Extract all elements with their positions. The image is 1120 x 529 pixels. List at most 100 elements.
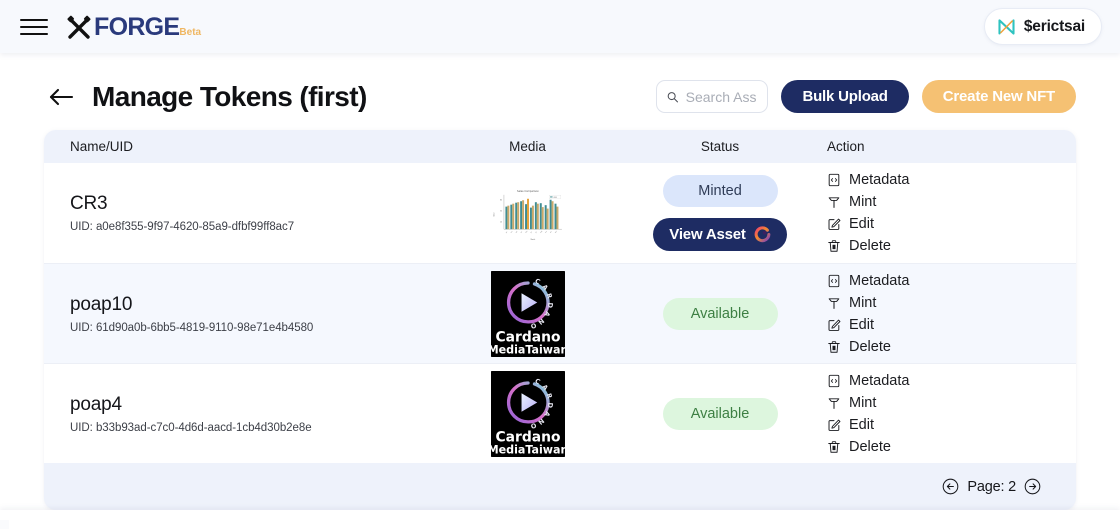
action-label: Mint bbox=[849, 394, 877, 411]
tokens-table-card: Name/UID Media Status Action CR3 UID: a0… bbox=[44, 130, 1076, 510]
row-status-cell: Available bbox=[630, 364, 810, 463]
table-body: CR3 UID: a0e8f355-9f97-4620-85a9-dfbf99f… bbox=[44, 163, 1076, 463]
pagination-bar: Page: 2 bbox=[44, 463, 1076, 510]
action-metadata[interactable]: Metadata bbox=[827, 372, 1076, 390]
hammer-icon bbox=[828, 297, 840, 309]
action-label: Metadata bbox=[849, 272, 910, 289]
file-code-icon bbox=[828, 274, 840, 287]
token-uid: UID: a0e8f355-9f97-4620-85a9-dfbf99ff8ac… bbox=[70, 221, 295, 233]
action-label: Edit bbox=[849, 316, 874, 333]
prev-page-button[interactable] bbox=[942, 478, 959, 495]
table-row: poap10 UID: 61d90a0b-6bb5-4819-9110-98e7… bbox=[44, 263, 1076, 363]
table-header-row: Name/UID Media Status Action bbox=[44, 130, 1076, 163]
svg-text:MediaTaiwan: MediaTaiwan bbox=[491, 443, 565, 456]
nami-wallet-icon bbox=[998, 19, 1015, 35]
bulk-upload-button[interactable]: Bulk Upload bbox=[781, 80, 909, 113]
search-input[interactable] bbox=[685, 88, 758, 105]
action-label: Edit bbox=[849, 216, 874, 232]
svg-text:Sales Comparison: Sales Comparison bbox=[517, 189, 539, 192]
page-title: Manage Tokens (first) bbox=[92, 80, 367, 112]
action-label: Metadata bbox=[849, 372, 910, 389]
user-name-label: $erictsai bbox=[1023, 17, 1085, 35]
token-name: CR3 bbox=[70, 193, 108, 214]
cardano-media-taiwan-thumbnail[interactable]: C A R D A N O Cardano MediaTaiwan bbox=[490, 370, 565, 457]
svg-text:MediaTaiwan: MediaTaiwan bbox=[491, 343, 565, 356]
view-asset-label: View Asset bbox=[669, 226, 746, 243]
page-number-label: Page: 2 bbox=[967, 478, 1016, 495]
column-header-status: Status bbox=[700, 139, 740, 154]
action-mint[interactable]: Mint bbox=[827, 394, 1076, 412]
token-uid: UID: b33b93ad-c7c0-4d6d-aacd-1cb4d30b2e8… bbox=[70, 421, 312, 434]
row-media-cell: Sales Comparison 80 50 20 Jan Feb Mar Ap… bbox=[425, 163, 630, 263]
trash-icon bbox=[828, 240, 840, 252]
brand-beta-badge: Beta bbox=[179, 26, 202, 38]
action-edit[interactable]: Edit bbox=[827, 215, 1076, 233]
bar-chart-thumbnail[interactable]: Sales Comparison 80 50 20 Jan Feb Mar Ap… bbox=[490, 185, 565, 241]
action-delete[interactable]: Delete bbox=[827, 438, 1076, 456]
brand-name: FORGE bbox=[94, 12, 180, 41]
page-header-actions: Bulk Upload Create New NFT bbox=[656, 80, 1076, 113]
action-label: Delete bbox=[849, 438, 891, 455]
action-label: Delete bbox=[849, 238, 891, 254]
cardano-c-icon bbox=[754, 226, 771, 243]
row-media-cell: C A R D A N O Cardano MediaTaiwan bbox=[425, 364, 630, 463]
row-action-cell: Metadata Mint Edit Delete bbox=[810, 264, 1076, 363]
action-edit[interactable]: Edit bbox=[827, 316, 1076, 334]
next-page-button[interactable] bbox=[1024, 478, 1041, 495]
search-asset-box[interactable] bbox=[656, 80, 769, 113]
file-code-icon bbox=[828, 173, 840, 187]
window-corner bbox=[0, 520, 9, 529]
row-name-cell: poap4 UID: b33b93ad-c7c0-4d6d-aacd-1cb4d… bbox=[70, 364, 425, 463]
action-label: Mint bbox=[849, 294, 877, 311]
column-header-action: Action bbox=[827, 139, 865, 154]
view-asset-button[interactable]: View Asset bbox=[653, 218, 787, 251]
action-edit[interactable]: Edit bbox=[827, 416, 1076, 434]
arrow-left-icon bbox=[49, 88, 74, 105]
row-action-cell: Metadata Mint Edit Delete bbox=[810, 163, 1076, 263]
top-header-bar: FORGE Beta $erictsai bbox=[0, 0, 1120, 53]
page-header: Manage Tokens (first) Bulk Upload Create… bbox=[24, 53, 1096, 130]
action-mint[interactable]: Mint bbox=[827, 193, 1076, 211]
table-row: poap4 UID: b33b93ad-c7c0-4d6d-aacd-1cb4d… bbox=[44, 363, 1076, 463]
trash-icon bbox=[828, 440, 840, 453]
hammer-icon bbox=[828, 197, 840, 208]
file-code-icon bbox=[828, 374, 840, 387]
action-delete[interactable]: Delete bbox=[827, 338, 1076, 356]
status-badge: Available bbox=[662, 397, 778, 430]
row-name-cell: poap10 UID: 61d90a0b-6bb5-4819-9110-98e7… bbox=[70, 264, 425, 363]
pencil-square-icon bbox=[828, 419, 841, 431]
back-button[interactable] bbox=[46, 82, 76, 112]
table-row: CR3 UID: a0e8f355-9f97-4620-85a9-dfbf99f… bbox=[44, 163, 1076, 263]
create-new-nft-button[interactable]: Create New NFT bbox=[921, 80, 1076, 113]
trash-icon bbox=[828, 340, 840, 353]
action-label: Metadata bbox=[849, 172, 910, 188]
cardano-media-taiwan-thumbnail[interactable]: C A R D A N O Cardano MediaTaiwan bbox=[490, 270, 565, 357]
action-mint[interactable]: Mint bbox=[827, 294, 1076, 312]
row-status-cell: Minted View Asset bbox=[630, 163, 810, 263]
page-content: Manage Tokens (first) Bulk Upload Create… bbox=[0, 53, 1120, 510]
action-label: Edit bbox=[849, 416, 874, 433]
action-metadata[interactable]: Metadata bbox=[827, 272, 1076, 290]
action-label: Delete bbox=[849, 338, 891, 355]
status-badge: Minted bbox=[662, 175, 778, 207]
status-badge: Available bbox=[662, 297, 778, 330]
action-metadata[interactable]: Metadata bbox=[827, 171, 1076, 189]
pencil-square-icon bbox=[828, 218, 841, 230]
column-header-media: Media bbox=[509, 139, 546, 154]
row-action-cell: Metadata Mint Edit Delete bbox=[810, 364, 1076, 463]
brand-logo[interactable]: FORGE Beta bbox=[66, 14, 202, 40]
row-name-cell: CR3 UID: a0e8f355-9f97-4620-85a9-dfbf99f… bbox=[70, 163, 425, 263]
token-uid: UID: 61d90a0b-6bb5-4819-9110-98e71e4b458… bbox=[70, 321, 314, 334]
row-status-cell: Available bbox=[630, 264, 810, 363]
hamburger-menu-icon[interactable] bbox=[20, 16, 48, 38]
token-name: poap10 bbox=[70, 293, 133, 315]
pencil-square-icon bbox=[828, 319, 841, 331]
search-icon bbox=[668, 91, 679, 102]
hammer-icon bbox=[828, 397, 840, 409]
column-header-name-uid: Name/UID bbox=[70, 139, 134, 154]
forge-hammers-icon bbox=[67, 15, 91, 39]
page-bottom-edge bbox=[0, 510, 1120, 529]
user-account-chip[interactable]: $erictsai bbox=[983, 8, 1102, 45]
row-media-cell: C A R D A N O Cardano MediaTaiwan bbox=[425, 264, 630, 363]
action-delete[interactable]: Delete bbox=[827, 237, 1076, 255]
